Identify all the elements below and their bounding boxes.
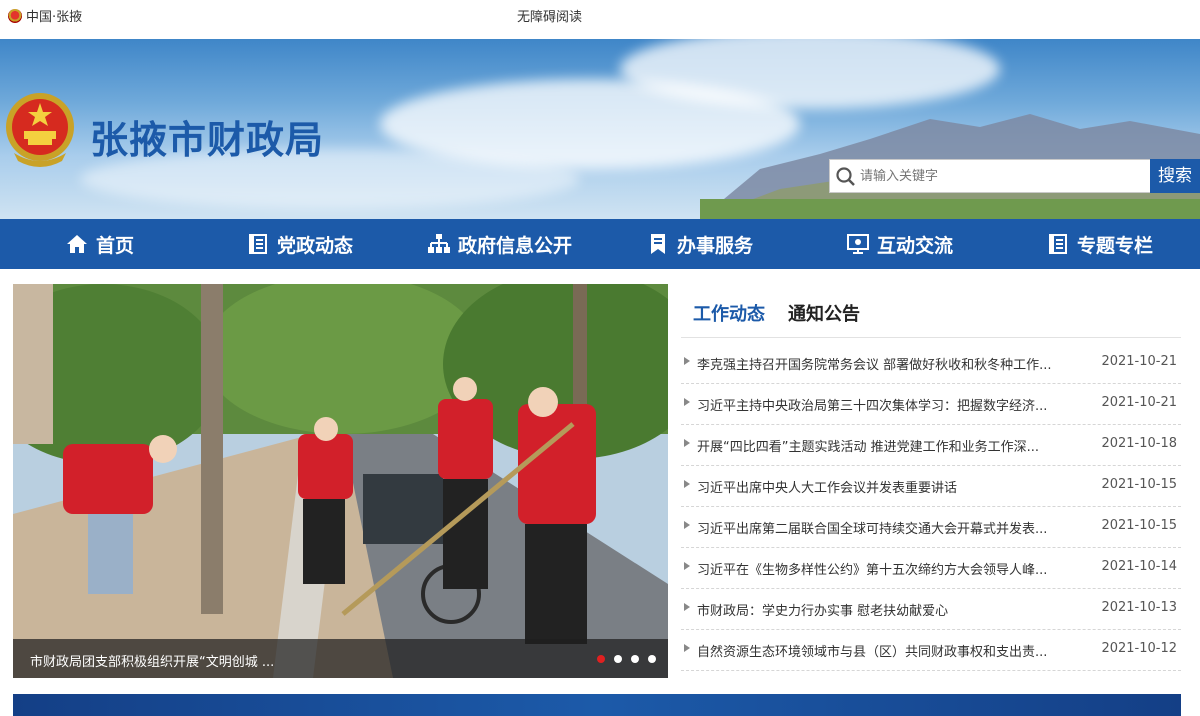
region-link[interactable]: 中国·张掖 <box>8 6 82 25</box>
document-icon <box>248 234 267 254</box>
news-title[interactable]: 自然资源生态环境领域市与县（区）共同财政事权和支出责... <box>697 641 1079 660</box>
news-title[interactable]: 李克强主持召开国务院常务会议 部署做好秋收和秋冬种工作... <box>697 354 1079 373</box>
main-nav: 首页 党政动态 政府信息公开 办事服务 互动交流 专题专栏 <box>0 219 1200 269</box>
slide-photo[interactable] <box>13 284 668 678</box>
list-item[interactable]: 自然资源生态环境领域市与县（区）共同财政事权和支出责... 2021-10-12 <box>681 630 1181 671</box>
news-slider[interactable]: 市财政局团支部积极组织开展“文明创城 ... <box>13 284 668 678</box>
news-date: 2021-10-12 <box>1101 641 1177 656</box>
slider-dot[interactable] <box>597 655 605 663</box>
search-box <box>829 159 1151 193</box>
slide-caption[interactable]: 市财政局团支部积极组织开展“文明创城 ... <box>30 651 274 670</box>
list-item[interactable]: 开展“四比四看”主题实践活动 推进党建工作和业务工作深... 2021-10-18 <box>681 425 1181 466</box>
tab-notices[interactable]: 通知公告 <box>788 300 860 326</box>
nav-item-special-topics[interactable]: 专题专栏 <box>1000 219 1200 269</box>
document-icon <box>1048 234 1067 254</box>
bottom-banner-strip <box>13 694 1181 716</box>
news-title[interactable]: 习近平在《生物多样性公约》第十五次缔约方大会领导人峰... <box>697 559 1079 578</box>
bullet-arrow-icon <box>684 480 690 488</box>
news-panel: 工作动态 通知公告 李克强主持召开国务院常务会议 部署做好秋收和秋冬种工作...… <box>681 284 1181 684</box>
home-icon <box>66 235 87 253</box>
org-chart-icon <box>427 234 450 253</box>
nav-item-home[interactable]: 首页 <box>0 219 200 269</box>
list-item[interactable]: 习近平出席中央人大工作会议并发表重要讲话 2021-10-15 <box>681 466 1181 507</box>
national-emblem-icon <box>6 93 74 167</box>
bullet-arrow-icon <box>684 398 690 406</box>
nav-item-interaction[interactable]: 互动交流 <box>800 219 1000 269</box>
accessibility-link[interactable]: 无障碍阅读 <box>517 6 582 25</box>
news-date: 2021-10-14 <box>1101 559 1177 574</box>
bullet-arrow-icon <box>684 562 690 570</box>
top-bar: 中国·张掖 无障碍阅读 <box>0 0 1200 39</box>
nav-item-label: 党政动态 <box>276 234 353 257</box>
news-date: 2021-10-18 <box>1101 436 1177 451</box>
header-banner: 张掖市财政局 搜索 <box>0 39 1200 219</box>
news-date: 2021-10-21 <box>1101 354 1177 369</box>
bookmark-icon <box>650 234 665 254</box>
tab-work-news[interactable]: 工作动态 <box>693 300 765 326</box>
news-title[interactable]: 市财政局：学史力行办实事 慰老扶幼献爱心 <box>697 600 1079 619</box>
news-title[interactable]: 习近平主持中央政治局第三十四次集体学习：把握数字经济... <box>697 395 1079 414</box>
nav-item-services[interactable]: 办事服务 <box>600 219 800 269</box>
nav-item-party-news[interactable]: 党政动态 <box>200 219 400 269</box>
list-item[interactable]: 市财政局：学史力行办实事 慰老扶幼献爱心 2021-10-13 <box>681 589 1181 630</box>
nav-item-gov-info[interactable]: 政府信息公开 <box>400 219 600 269</box>
list-item[interactable]: 习近平主持中央政治局第三十四次集体学习：把握数字经济... 2021-10-21 <box>681 384 1181 425</box>
monitor-icon <box>846 234 869 254</box>
slider-dot[interactable] <box>631 655 639 663</box>
news-date: 2021-10-15 <box>1101 477 1177 492</box>
bullet-arrow-icon <box>684 439 690 447</box>
nav-item-label: 办事服务 <box>676 234 753 257</box>
slider-dot[interactable] <box>614 655 622 663</box>
news-date: 2021-10-13 <box>1101 600 1177 615</box>
news-list: 李克强主持召开国务院常务会议 部署做好秋收和秋冬种工作... 2021-10-21… <box>681 343 1181 671</box>
search-icon <box>830 161 860 191</box>
search-input[interactable] <box>860 161 1140 191</box>
slider-dots <box>597 655 656 663</box>
list-item[interactable]: 习近平出席第二届联合国全球可持续交通大会开幕式并发表... 2021-10-15 <box>681 507 1181 548</box>
nav-item-label: 政府信息公开 <box>457 234 572 257</box>
search-button[interactable]: 搜索 <box>1150 159 1200 193</box>
news-date: 2021-10-15 <box>1101 518 1177 533</box>
news-title[interactable]: 习近平出席中央人大工作会议并发表重要讲话 <box>697 477 1079 496</box>
nav-item-label: 互动交流 <box>876 234 953 257</box>
site-title: 张掖市财政局 <box>90 118 325 162</box>
bullet-arrow-icon <box>684 521 690 529</box>
news-title[interactable]: 习近平出席第二届联合国全球可持续交通大会开幕式并发表... <box>697 518 1079 537</box>
slider-dot[interactable] <box>648 655 656 663</box>
list-item[interactable]: 习近平在《生物多样性公约》第十五次缔约方大会领导人峰... 2021-10-14 <box>681 548 1181 589</box>
nav-item-label: 专题专栏 <box>1076 234 1153 257</box>
bullet-arrow-icon <box>684 357 690 365</box>
bullet-arrow-icon <box>684 644 690 652</box>
national-emblem-icon <box>8 8 22 23</box>
news-title[interactable]: 开展“四比四看”主题实践活动 推进党建工作和业务工作深... <box>697 436 1079 455</box>
slide-caption-bar: 市财政局团支部积极组织开展“文明创城 ... <box>13 639 668 678</box>
nav-item-label: 首页 <box>95 234 134 257</box>
news-date: 2021-10-21 <box>1101 395 1177 410</box>
list-item[interactable]: 李克强主持召开国务院常务会议 部署做好秋收和秋冬种工作... 2021-10-21 <box>681 343 1181 384</box>
region-label: 中国·张掖 <box>26 10 83 25</box>
bullet-arrow-icon <box>684 603 690 611</box>
news-tabs: 工作动态 通知公告 <box>681 284 1181 338</box>
